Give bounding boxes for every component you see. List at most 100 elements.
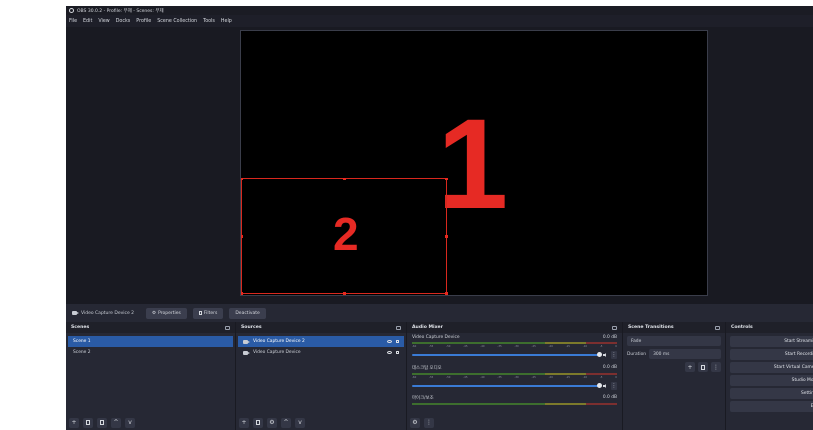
start-streaming-button[interactable]: Start Streaming <box>730 336 813 347</box>
menu-tools[interactable]: Tools <box>203 19 215 24</box>
studio-mode-button[interactable]: Studio Mode <box>730 375 813 386</box>
sources-list: Video Capture Device 2 Video Capture Dev… <box>238 336 404 358</box>
scenes-list: Scene 1 Scene 2 <box>68 336 233 358</box>
transition-type: Fade <box>631 338 642 344</box>
mixer-channel: 마이크/보조 0.0 dB <box>407 393 622 423</box>
scene-transitions-dock: Scene Transitions Fade Duration 300 ms +… <box>623 322 726 430</box>
undock-icon[interactable] <box>612 325 617 330</box>
filters-button[interactable]: Filters <box>192 307 224 319</box>
resize-handle[interactable] <box>445 235 448 238</box>
add-transition-button[interactable]: + <box>685 362 695 372</box>
move-source-down-button[interactable]: v <box>295 417 305 428</box>
controls-header: Controls <box>726 322 813 333</box>
source-item[interactable]: Video Capture Device 2 <box>238 336 404 347</box>
audio-mixer-header: Audio Mixer <box>407 322 622 333</box>
sources-toolbar: + ⚙ ^ v <box>239 416 305 429</box>
audio-mixer-dock: Audio Mixer Video Capture Device 0.0 dB -… <box>407 322 623 430</box>
resize-handle[interactable] <box>240 292 243 295</box>
menu-scene-collection[interactable]: Scene Collection <box>157 19 197 24</box>
volume-slider[interactable] <box>412 383 602 388</box>
scene-filters-button[interactable] <box>97 417 107 428</box>
menu-file[interactable]: File <box>69 19 77 24</box>
menu-profile[interactable]: Profile <box>136 19 151 24</box>
move-scene-down-button[interactable]: v <box>125 417 135 428</box>
transition-menu-button[interactable]: ⋮ <box>711 362 721 372</box>
camera-icon <box>72 311 79 315</box>
mixer-menu-button[interactable]: ⋮ <box>424 417 434 428</box>
resize-handle[interactable] <box>240 177 243 180</box>
gear-icon: ⚙ <box>152 310 157 316</box>
channel-db: 0.0 dB <box>602 365 617 370</box>
deactivate-button[interactable]: Deactivate <box>229 307 266 319</box>
undock-icon[interactable] <box>715 325 720 330</box>
source-context-bar: Video Capture Device 2 ⚙ Properties Filt… <box>66 304 813 322</box>
slider-knob[interactable] <box>597 383 602 388</box>
volume-slider[interactable] <box>412 352 602 357</box>
lock-icon[interactable] <box>395 339 399 344</box>
menu-docks[interactable]: Docks <box>116 19 131 24</box>
transition-type-select[interactable]: Fade <box>627 336 721 346</box>
undock-icon[interactable] <box>225 325 230 330</box>
volume-meter <box>412 342 617 344</box>
controls-title: Controls <box>731 325 753 330</box>
scene-item[interactable]: Scene 2 <box>68 347 233 358</box>
meter-ticks: -60 -55 -50 -45 -40 -35 -30 -25 -20 -15 -10 -5 0 <box>412 376 617 379</box>
menu-bar: File Edit View Docks Profile Scene Colle… <box>66 15 813 27</box>
camera-icon <box>243 339 250 344</box>
channel-db: 0.0 dB <box>602 335 617 340</box>
resize-handle[interactable] <box>445 177 448 180</box>
lock-icon[interactable] <box>395 350 399 355</box>
camera-icon <box>243 350 250 355</box>
meter-ticks: -60 -55 -50 -45 -40 -35 -30 -25 -20 -15 -10 -5 0 <box>412 345 617 348</box>
scenes-toolbar: + ^ v <box>69 416 135 429</box>
transitions-header: Scene Transitions <box>623 322 725 333</box>
context-source: Video Capture Device 2 <box>72 311 134 316</box>
eye-icon[interactable] <box>386 351 392 354</box>
trash-icon <box>256 420 260 425</box>
channel-menu-button[interactable]: ⋮ <box>611 382 617 390</box>
menu-help[interactable]: Help <box>221 19 232 24</box>
start-virtual-camera-button[interactable]: Start Virtual Camera <box>730 362 813 373</box>
speaker-icon[interactable] <box>603 353 608 357</box>
preview-canvas[interactable]: 1 2 <box>240 30 708 296</box>
context-source-name: Video Capture Device 2 <box>81 310 135 316</box>
settings-button[interactable]: Settings <box>730 388 813 399</box>
remove-transition-button[interactable] <box>698 362 708 372</box>
obs-logo-icon <box>69 8 74 13</box>
resize-handle[interactable] <box>445 292 448 295</box>
menu-edit[interactable]: Edit <box>83 19 92 24</box>
channel-name: 데스크탑 오디오 <box>412 366 442 371</box>
remove-scene-button[interactable] <box>83 417 93 428</box>
remove-source-button[interactable] <box>253 417 263 428</box>
start-recording-button[interactable]: Start Recording <box>730 349 813 360</box>
scene-item[interactable]: Scene 1 <box>68 336 233 347</box>
move-scene-up-button[interactable]: ^ <box>111 417 121 428</box>
channel-menu-button[interactable]: ⋮ <box>611 351 617 359</box>
menu-view[interactable]: View <box>98 19 109 24</box>
sources-title: Sources <box>241 325 262 330</box>
add-scene-button[interactable]: + <box>69 417 79 428</box>
channel-name: Video Capture Device <box>412 335 460 340</box>
resize-handle[interactable] <box>343 292 346 295</box>
sources-dock: Sources Video Capture Device 2 Video Cap… <box>236 322 407 430</box>
source-properties-button[interactable]: ⚙ <box>267 417 277 428</box>
source-item[interactable]: Video Capture Device <box>238 347 404 358</box>
filter-icon <box>198 311 202 315</box>
add-source-button[interactable]: + <box>239 417 249 428</box>
speaker-icon[interactable] <box>603 384 608 388</box>
source-label: Video Capture Device 2 <box>253 339 305 344</box>
resize-handle[interactable] <box>240 235 243 238</box>
move-source-up-button[interactable]: ^ <box>281 417 291 428</box>
duration-label: Duration <box>627 351 647 357</box>
duration-input[interactable]: 300 ms <box>649 349 721 359</box>
eye-icon[interactable] <box>386 340 392 343</box>
properties-label: Properties <box>158 310 181 316</box>
exit-button[interactable]: Exit <box>730 401 813 412</box>
undock-icon[interactable] <box>396 325 401 330</box>
advanced-audio-button[interactable]: ⚙ <box>410 417 420 428</box>
slider-knob[interactable] <box>597 352 602 357</box>
properties-button[interactable]: ⚙ Properties <box>146 307 187 319</box>
scenes-dock-header: Scenes <box>66 322 235 333</box>
resize-handle[interactable] <box>343 177 346 180</box>
controls-dock: Controls Start Streaming Start Recording… <box>726 322 813 430</box>
